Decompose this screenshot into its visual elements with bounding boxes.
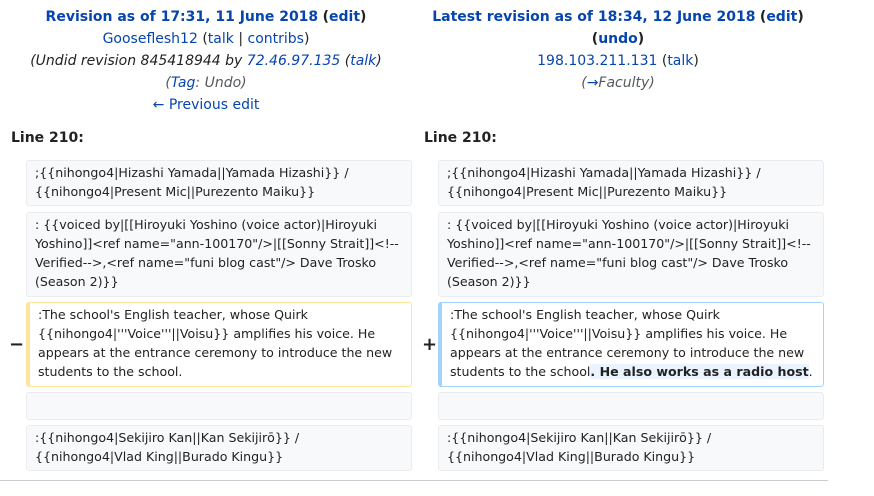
section-arrow-link[interactable]: →: [587, 75, 599, 91]
added-line-marker: +: [422, 334, 438, 355]
undid-talk-link[interactable]: talk: [350, 53, 376, 69]
left-revision-link[interactable]: Revision as of 17:31, 11 June 2018: [46, 9, 319, 25]
empty-line-right: [438, 392, 824, 420]
left-talk-link[interactable]: talk: [208, 31, 234, 47]
left-edit-link[interactable]: edit: [329, 9, 360, 25]
right-revision-link[interactable]: Latest revision as of 18:34, 12 June 201…: [432, 9, 755, 25]
added-line: :The school's English teacher, whose Qui…: [438, 302, 824, 387]
section-name: Faculty: [598, 75, 650, 91]
right-edit-link[interactable]: edit: [766, 9, 797, 25]
left-revision-header: Revision as of 17:31, 11 June 2018 (edit…: [0, 6, 412, 116]
line-number-left: Line 210:: [11, 130, 84, 146]
context-line-right: ;{{nihongo4|Hizashi Yamada||Yamada Hizas…: [438, 160, 824, 206]
tag-link[interactable]: Tag: [171, 75, 196, 91]
right-revision-header: Latest revision as of 18:34, 12 June 201…: [412, 6, 824, 94]
section-summary: (→Faculty): [581, 75, 655, 91]
deleted-line: :The school's English teacher, whose Qui…: [26, 302, 412, 387]
right-talk-link[interactable]: talk: [667, 53, 693, 69]
context-line-left: : {{voiced by|[[Hiroyuki Yoshino (voice …: [26, 212, 412, 297]
undid-ip-link[interactable]: 72.46.97.135: [247, 53, 341, 69]
tag-value: : Undo: [195, 75, 242, 91]
undid-text: (Undid revision 845418944 by: [30, 53, 247, 69]
deleted-line-marker: −: [9, 334, 25, 355]
added-line-end: .: [808, 364, 813, 379]
tag-line: (Tag: Undo): [165, 75, 247, 91]
previous-edit-link[interactable]: ← Previous edit: [153, 97, 260, 113]
inserted-text: . He also works as a radio host: [590, 364, 809, 379]
empty-line-left: [26, 392, 412, 420]
context-line-left: ;{{nihongo4|Hizashi Yamada||Yamada Hizas…: [26, 160, 412, 206]
right-user-link[interactable]: 198.103.211.131: [537, 53, 657, 69]
line-number-right: Line 210:: [424, 130, 497, 146]
context-line-left: :{{nihongo4|Sekijiro Kan||Kan Sekijirō}}…: [26, 425, 412, 471]
context-line-right: :{{nihongo4|Sekijiro Kan||Kan Sekijirō}}…: [438, 425, 824, 471]
undo-link[interactable]: undo: [598, 31, 638, 47]
left-edit-summary: (Undid revision 845418944 by 72.46.97.13…: [30, 53, 382, 69]
divider: [0, 480, 828, 481]
context-line-right: : {{voiced by|[[Hiroyuki Yoshino (voice …: [438, 212, 824, 297]
left-contribs-link[interactable]: contribs: [248, 31, 304, 47]
left-user-link[interactable]: Gooseflesh12: [103, 31, 198, 47]
